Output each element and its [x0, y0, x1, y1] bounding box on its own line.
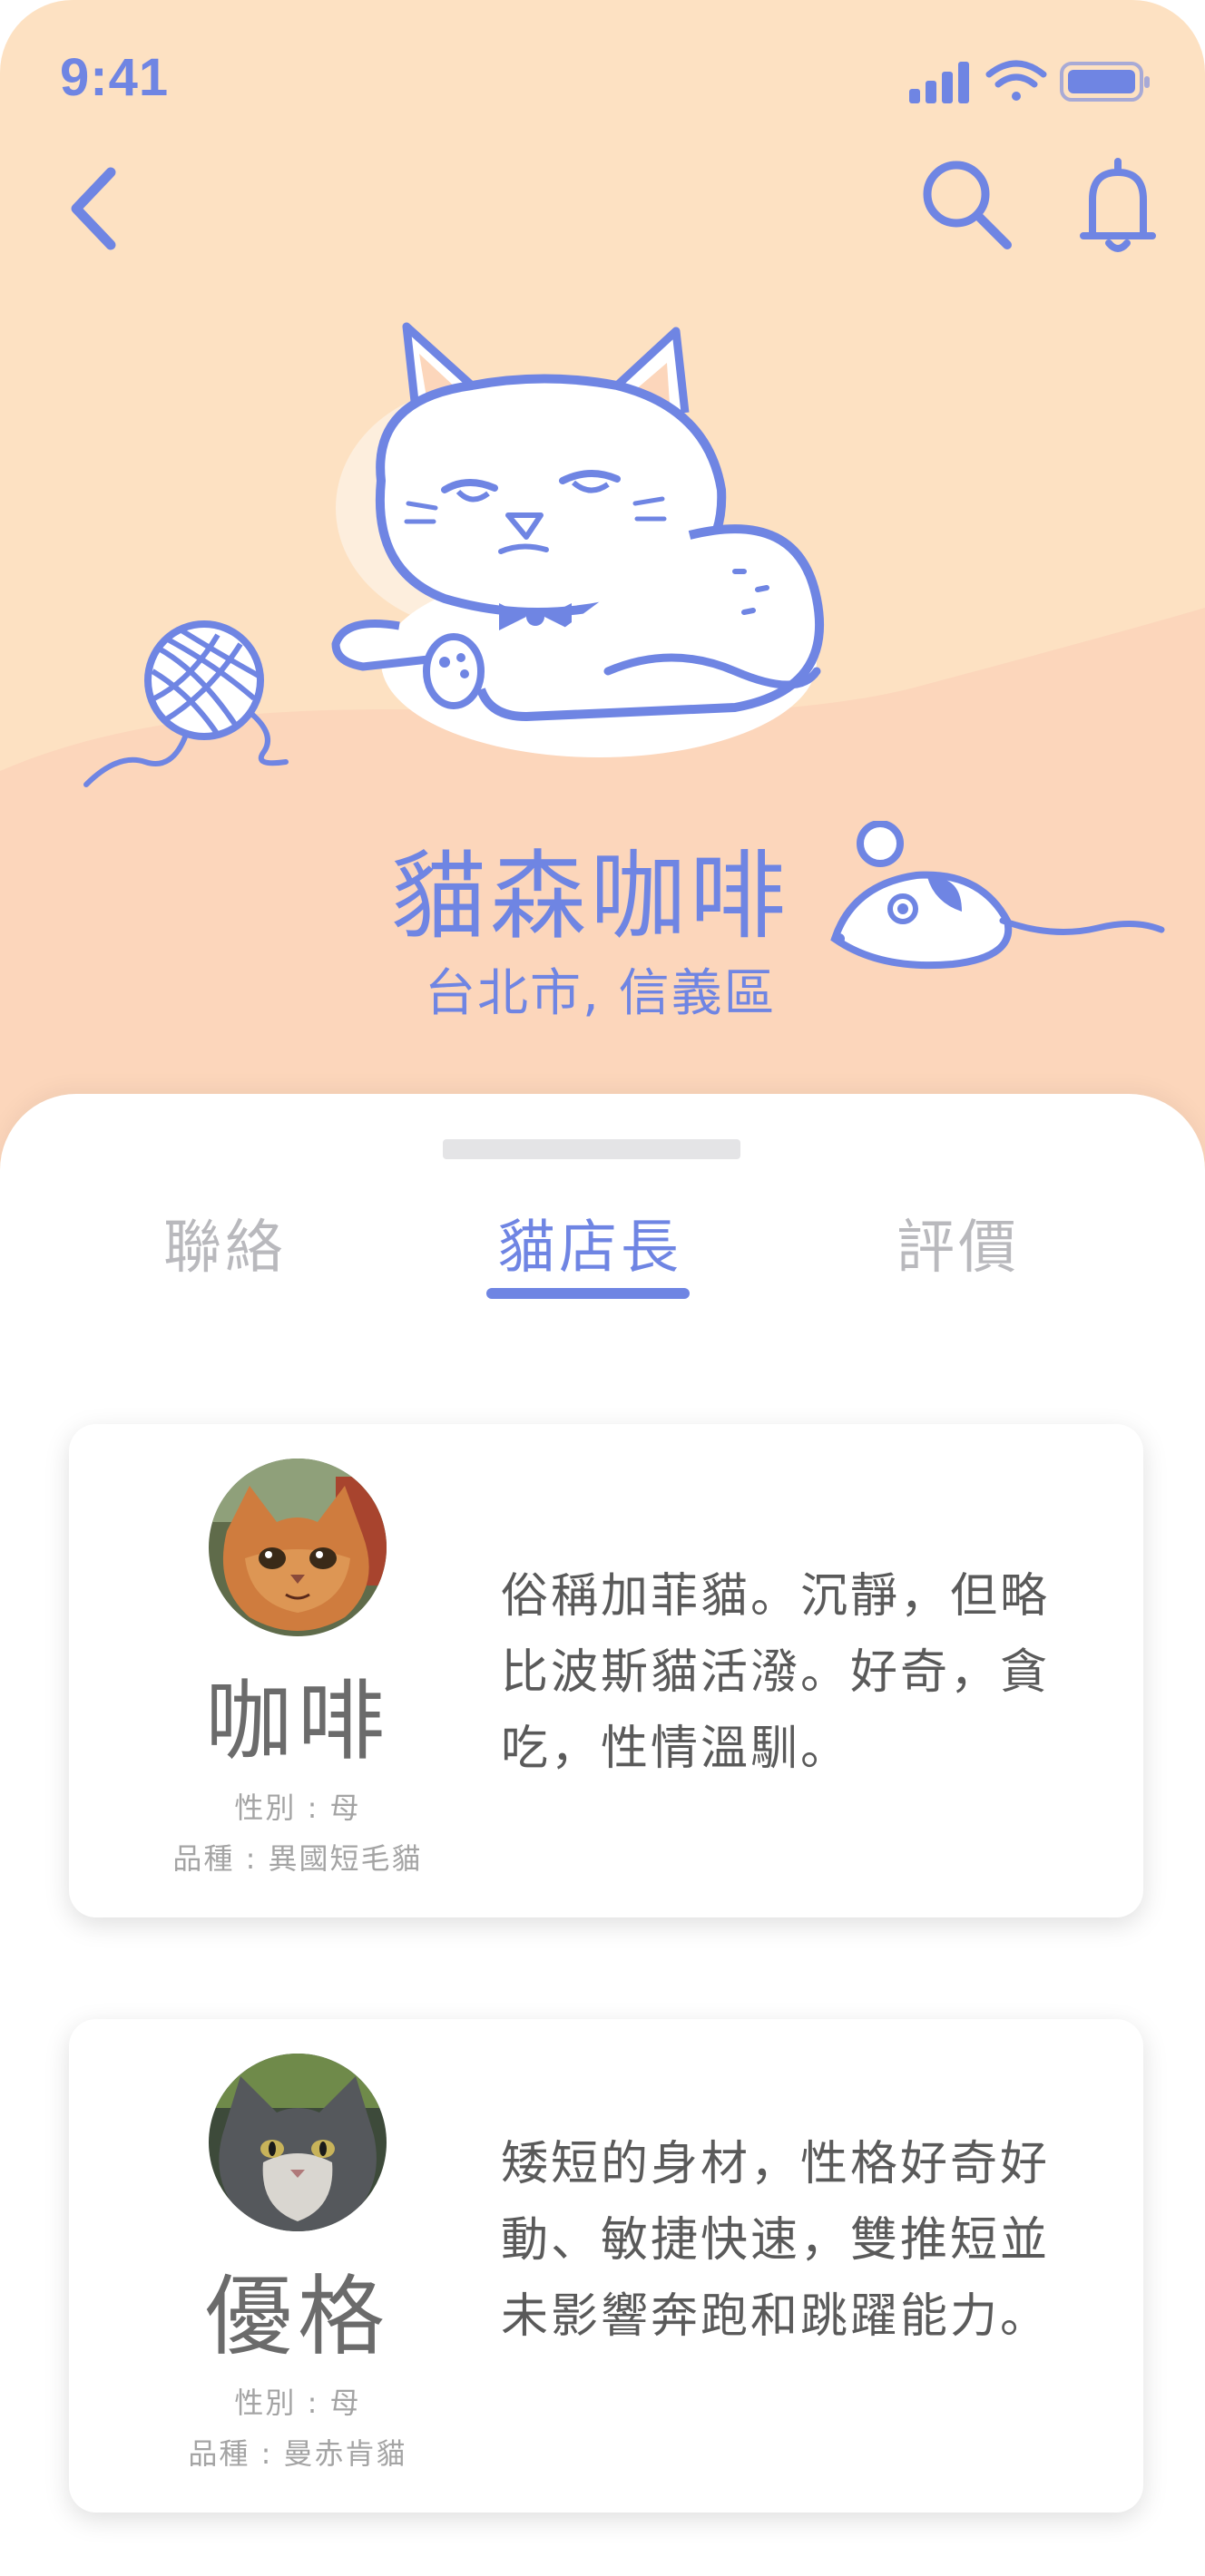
drag-handle[interactable]: [443, 1139, 740, 1159]
status-time: 9:41: [60, 48, 170, 107]
bell-icon: [1080, 158, 1156, 252]
cat-breed: 品種 : 曼赤肯貓: [188, 2436, 407, 2471]
status-icons: [909, 58, 1154, 112]
cat-gender: 性別 : 母: [234, 2386, 361, 2420]
cat-description: 矮短的身材，性格好奇好動、敏捷快速，雙推短並未影響奔跑和跳躍能力。: [501, 2137, 1051, 2344]
cat-gender: 性別 : 母: [234, 1791, 361, 1825]
tab-shop-cats[interactable]: 貓店長: [497, 1201, 682, 1284]
cat-photo-munchkin: [209, 2054, 387, 2231]
cat-avatar: [209, 2054, 387, 2231]
cat-illustration: [331, 322, 825, 757]
cat-name: 優格: [205, 2266, 390, 2367]
tab-reviews[interactable]: 評價: [896, 1201, 1020, 1284]
search-button[interactable]: [916, 154, 1016, 254]
yarn-ball-illustration: [83, 620, 289, 787]
wifi-icon: [985, 60, 1047, 101]
active-tab-indicator: [486, 1288, 690, 1299]
search-icon: [923, 161, 1012, 249]
battery-icon: [1060, 62, 1150, 102]
app-screen: 9:41 貓森咖啡 台北市, 信義區 聯絡 貓店長 評價 咖啡 性別: 母 品…: [0, 0, 1205, 2576]
notification-button[interactable]: [1073, 152, 1163, 261]
back-button[interactable]: [64, 163, 127, 254]
cat-name: 咖啡: [205, 1671, 390, 1772]
cat-card[interactable]: 咖啡 性別 : 母 品種 : 異國短毛貓 俗稱加菲貓。沉靜，但略比波斯貓活潑。好…: [69, 1424, 1143, 1917]
hero-header: 9:41 貓森咖啡 台北市, 信義區: [0, 0, 1205, 1179]
tab-contact[interactable]: 聯絡: [163, 1201, 287, 1284]
content-sheet: 聯絡 貓店長 評價 咖啡 性別: 母 品種: 異國短毛貓 俗稱加菲貓。沉靜，…: [0, 1094, 1205, 2576]
cat-card[interactable]: 優格 性別 : 母 品種 : 曼赤肯貓 矮短的身材，性格好奇好動、敏捷快速，雙推…: [69, 2019, 1143, 2513]
cat-avatar: [209, 1459, 387, 1636]
chevron-left-icon: [71, 167, 116, 250]
signal-bars-icon: [909, 62, 969, 103]
cat-photo-exotic-shorthair: [209, 1459, 387, 1636]
cat-breed: 品種 : 異國短毛貓: [172, 1841, 423, 1876]
mouse-toy-illustration: [830, 821, 1165, 970]
shop-location: 台北市, 信義區: [425, 964, 777, 1023]
cat-description: 俗稱加菲貓。沉靜，但略比波斯貓活潑。好奇，貪吃，性情溫馴。: [501, 1569, 1051, 1776]
shop-name: 貓森咖啡: [390, 841, 789, 952]
